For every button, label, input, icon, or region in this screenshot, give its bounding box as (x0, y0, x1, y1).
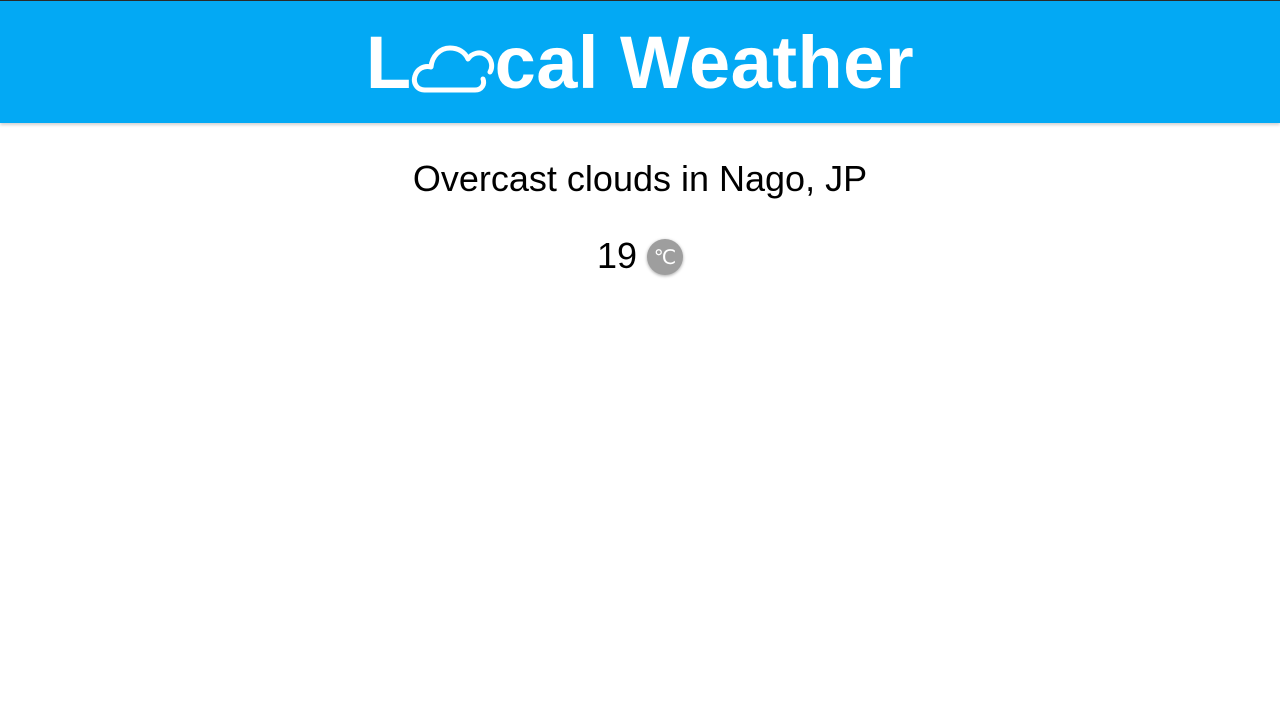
page-title: L cal Weather (0, 23, 1280, 103)
unit-toggle-button[interactable]: ℃ (647, 239, 684, 275)
weather-conditions: Overcast clouds in Nago, JP (412, 158, 868, 199)
temperature-value: 19 (596, 235, 638, 276)
title-prefix: L (365, 21, 412, 104)
temperature-row: 19 ℃ (0, 235, 1280, 277)
app-header: L cal Weather (0, 0, 1280, 123)
cloud-icon (411, 34, 495, 98)
title-suffix: cal Weather (494, 21, 915, 104)
